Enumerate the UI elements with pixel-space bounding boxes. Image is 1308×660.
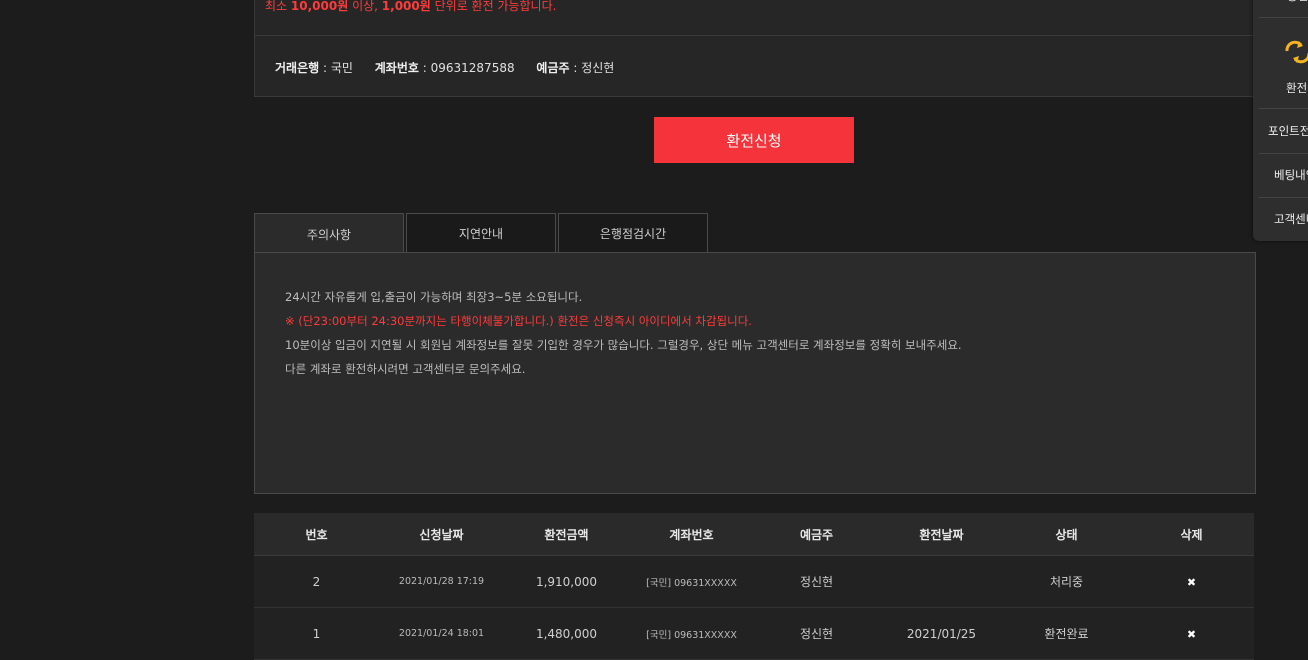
- cell-request-date: 2021/01/24 18:01: [379, 607, 504, 660]
- divider: [1259, 197, 1308, 198]
- cell-exchange-date: [879, 555, 1004, 608]
- exchange-info-box: 최소 10,000원 이상, 1,000원 단위로 환전 가능합니다. 거래은행…: [254, 0, 1256, 97]
- notice-text: 단위로 환전 가능합니다.: [430, 0, 557, 13]
- divider: [1259, 108, 1308, 109]
- cell-amount: 1,910,000: [504, 555, 629, 608]
- cell-request-date: 2021/01/28 17:19: [379, 555, 504, 608]
- side-item-point-convert[interactable]: 포인트전환: [1253, 123, 1308, 143]
- tab-caution[interactable]: 주의사항: [254, 213, 404, 254]
- side-item-label: 포인트전환: [1268, 124, 1308, 138]
- cell-delete: ✖: [1129, 555, 1254, 608]
- holder-value: 정신현: [581, 61, 615, 75]
- account-value: 09631287588: [430, 61, 515, 75]
- side-item-bet-history[interactable]: 베팅내역: [1253, 167, 1308, 187]
- header-account: 계좌번호: [629, 513, 754, 556]
- table-row: 2 2021/01/28 17:19 1,910,000 [국민] 09631X…: [254, 555, 1254, 608]
- tab-bank-maintenance[interactable]: 은행점검시간: [558, 213, 708, 252]
- notice-text: 최소: [265, 0, 291, 13]
- header-holder: 예금주: [754, 513, 879, 556]
- bank-value: 국민: [330, 61, 353, 75]
- notice-line: 24시간 자유롭게 입,출금이 가능하며 최장3~5분 소요됩니다.: [285, 290, 583, 304]
- exchange-request-button[interactable]: 환전신청: [654, 117, 854, 163]
- cell-status: 처리중: [1004, 555, 1129, 608]
- notice-panel: 24시간 자유롭게 입,출금이 가능하며 최장3~5분 소요됩니다. ※ (단2…: [254, 252, 1256, 494]
- notice-tabs: 주의사항 지연안내 은행점검시간: [254, 213, 710, 254]
- bank-info: 거래은행 : 국민 계좌번호 : 09631287588 예금주 : 정신현: [275, 59, 632, 76]
- cell-no: 2: [254, 555, 379, 608]
- side-item-exchange[interactable]: 환전: [1253, 80, 1308, 100]
- account-group: 계좌번호 : 09631287588: [374, 61, 515, 75]
- divider: [1259, 17, 1308, 18]
- cell-holder: 정신현: [754, 607, 879, 660]
- side-item-customer-center[interactable]: 고객센터: [1253, 211, 1308, 231]
- unit-amount: 1,000원: [381, 0, 431, 13]
- cell-account: [국민] 09631XXXXX: [629, 607, 754, 660]
- side-item-label: 고객센터: [1274, 212, 1308, 226]
- quick-side-menu: 충전 환전 포인트전환 베팅내역 고객센터: [1253, 0, 1308, 241]
- tab-delay-info[interactable]: 지연안내: [406, 213, 556, 252]
- header-request-date: 신청날짜: [379, 513, 504, 556]
- min-amount-notice: 최소 10,000원 이상, 1,000원 단위로 환전 가능합니다.: [265, 0, 556, 14]
- bank-group: 거래은행 : 국민: [275, 61, 353, 75]
- account-label: 계좌번호: [374, 61, 419, 75]
- side-item-label: 충전: [1287, 0, 1308, 4]
- cell-exchange-date: 2021/01/25: [879, 607, 1004, 660]
- header-status: 상태: [1004, 513, 1129, 556]
- holder-label: 예금주: [536, 61, 570, 75]
- side-item-label: 베팅내역: [1274, 168, 1308, 182]
- cell-delete: ✖: [1129, 607, 1254, 660]
- notice-line: 10분이상 입금이 지연될 시 회원님 계좌정보를 잘못 기입한 경우가 많습니…: [285, 338, 962, 352]
- header-no: 번호: [254, 513, 379, 556]
- cell-account: [국민] 09631XXXXX: [629, 555, 754, 608]
- divider: [1259, 153, 1308, 154]
- header-delete: 삭제: [1129, 513, 1254, 556]
- cell-status: 환전완료: [1004, 607, 1129, 660]
- delete-icon[interactable]: ✖: [1187, 628, 1196, 641]
- header-exchange-date: 환전날짜: [879, 513, 1004, 556]
- delete-icon[interactable]: ✖: [1187, 576, 1196, 589]
- exchange-history-table: 번호 신청날짜 환전금액 계좌번호 예금주 환전날짜 상태 삭제 2 2021/…: [254, 513, 1254, 660]
- notice-text: 이상,: [348, 0, 382, 13]
- cell-amount: 1,480,000: [504, 607, 629, 660]
- side-item-deposit[interactable]: 충전: [1253, 0, 1308, 4]
- holder-group: 예금주 : 정신현: [536, 61, 615, 75]
- min-amount: 10,000원: [290, 0, 349, 13]
- cell-no: 1: [254, 607, 379, 660]
- notice-line: 다른 계좌로 환전하시려면 고객센터로 문의주세요.: [285, 362, 526, 376]
- header-amount: 환전금액: [504, 513, 629, 556]
- notice-line-warning: ※ (단23:00부터 24:30분까지는 타행이체불가합니다.) 환전은 신청…: [285, 314, 752, 328]
- exchange-icon: [1283, 39, 1308, 71]
- table-header-row: 번호 신청날짜 환전금액 계좌번호 예금주 환전날짜 상태 삭제: [254, 513, 1254, 556]
- exchange-icon-graphic: [1285, 40, 1308, 64]
- divider: [255, 35, 1255, 36]
- cell-holder: 정신현: [754, 555, 879, 608]
- bank-label: 거래은행: [275, 61, 320, 75]
- side-item-label: 환전: [1286, 81, 1308, 95]
- table-row: 1 2021/01/24 18:01 1,480,000 [국민] 09631X…: [254, 607, 1254, 660]
